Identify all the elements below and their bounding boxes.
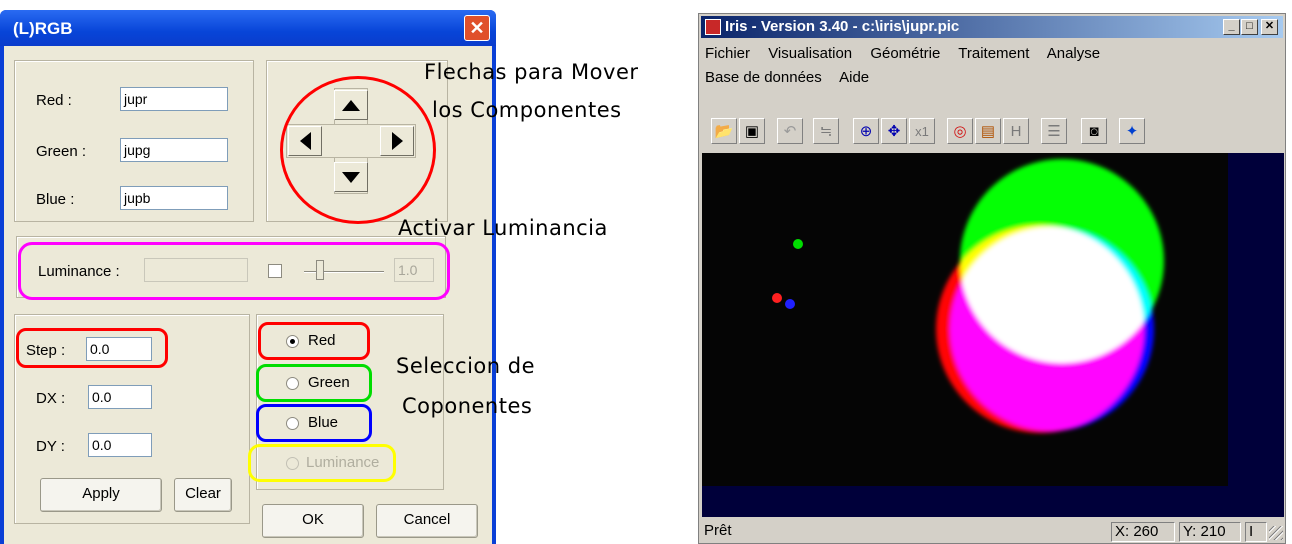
menu-analyse[interactable]: Analyse [1047,45,1100,62]
component-blue-radio[interactable] [286,417,299,430]
annotation-arrows-line2: los Componentes [432,98,622,122]
iris-title: Iris - Version 3.40 - c:\iris\jupr.pic [725,18,960,35]
component-luminance-radio[interactable] [286,457,299,470]
cancel-button[interactable]: Cancel [376,504,478,538]
status-extra: I [1245,522,1267,542]
menu-bar: Fichier Visualisation Géométrie Traiteme… [705,42,1275,90]
component-red-radio[interactable] [286,335,299,348]
status-bar: Prêt X: 260 Y: 210 I [699,520,1285,544]
dy-label: DY : [36,438,65,455]
blue-label: Blue : [36,191,75,208]
red-field[interactable]: jupr [120,87,228,111]
dialog-title: (L)RGB [13,19,73,38]
close-icon[interactable]: ✕ [464,15,490,41]
annotation-selection-line2: Coponentes [402,394,533,418]
dx-field[interactable]: 0.0 [88,385,152,409]
status-text: Prêt [704,522,732,539]
menu-traitement[interactable]: Traitement [958,45,1029,62]
component-green-radio[interactable] [286,377,299,390]
histogram-icon[interactable]: H [1003,118,1029,144]
resize-grip-icon[interactable] [1269,526,1283,540]
minimize-icon[interactable]: _ [1223,19,1240,35]
annotation-arrows-line1: Flechas para Mover [424,60,639,84]
toolbar: 📂 ▣ ↶ ≒ ⊕ ✥ x1 ◎ ▤ H ☰ ◙ ✦ [703,114,1277,150]
component-blue-label[interactable]: Blue [308,414,338,431]
rgb-icon[interactable]: ◎ [947,118,973,144]
menu-row-1: Fichier Visualisation Géométrie Traiteme… [705,42,1275,66]
lrgb-dialog: (L)RGB ✕ Red : jupr Green : jupg Blue : … [0,10,496,544]
menu-aide[interactable]: Aide [839,69,869,86]
clear-button[interactable]: Clear [174,478,232,512]
status-x: X: 260 [1111,522,1175,542]
menu-row-2: Base de données Aide [705,66,1275,90]
dialog-client: Red : jupr Green : jupg Blue : jupb Lumi… [4,46,492,544]
list-icon[interactable]: ▤ [975,118,1001,144]
diamond-icon[interactable]: ✦ [1119,118,1145,144]
rgb-circles-image [772,159,1164,433]
component-red-label[interactable]: Red [308,332,336,349]
iris-window: Iris - Version 3.40 - c:\iris\jupr.pic _… [698,13,1286,544]
iris-app-icon [705,19,721,35]
image-canvas[interactable] [702,153,1284,517]
red-label: Red : [36,92,72,109]
ok-button[interactable]: OK [262,504,364,538]
menu-base-de-donnees[interactable]: Base de données [705,69,822,86]
blue-field[interactable]: jupb [120,186,228,210]
annotation-luminance: Activar Luminancia [398,216,608,240]
undo-icon[interactable]: ↶ [777,118,803,144]
apply-button[interactable]: Apply [40,478,162,512]
adjust-icon[interactable]: ≒ [813,118,839,144]
menu-visualisation[interactable]: Visualisation [768,45,852,62]
maximize-icon[interactable]: □ [1241,19,1258,35]
menu-geometrie[interactable]: Géométrie [870,45,940,62]
component-luminance-label: Luminance [306,454,380,471]
iris-titlebar[interactable]: Iris - Version 3.40 - c:\iris\jupr.pic _… [701,16,1283,38]
status-y: Y: 210 [1179,522,1241,542]
zoom-fit-icon[interactable]: ⊕ [853,118,879,144]
dialog-titlebar[interactable]: (L)RGB ✕ [0,10,496,46]
green-field[interactable]: jupg [120,138,228,162]
menu-fichier[interactable]: Fichier [705,45,750,62]
dx-label: DX : [36,390,66,407]
move-icon[interactable]: ✥ [881,118,907,144]
x1-icon[interactable]: x1 [909,118,935,144]
arrows-highlight [280,76,436,224]
green-label: Green : [36,143,87,160]
lines-icon[interactable]: ☰ [1041,118,1067,144]
luminance-highlight [18,242,450,300]
camera-icon[interactable]: ◙ [1081,118,1107,144]
step-highlight [16,328,168,368]
close-icon[interactable]: ✕ [1261,19,1278,35]
rgb-image[interactable] [702,153,1228,486]
annotation-selection-line1: Seleccion de [396,354,536,378]
dy-field[interactable]: 0.0 [88,433,152,457]
open-folder-icon[interactable]: 📂 [711,118,737,144]
save-icon[interactable]: ▣ [739,118,765,144]
component-green-label[interactable]: Green [308,374,350,391]
